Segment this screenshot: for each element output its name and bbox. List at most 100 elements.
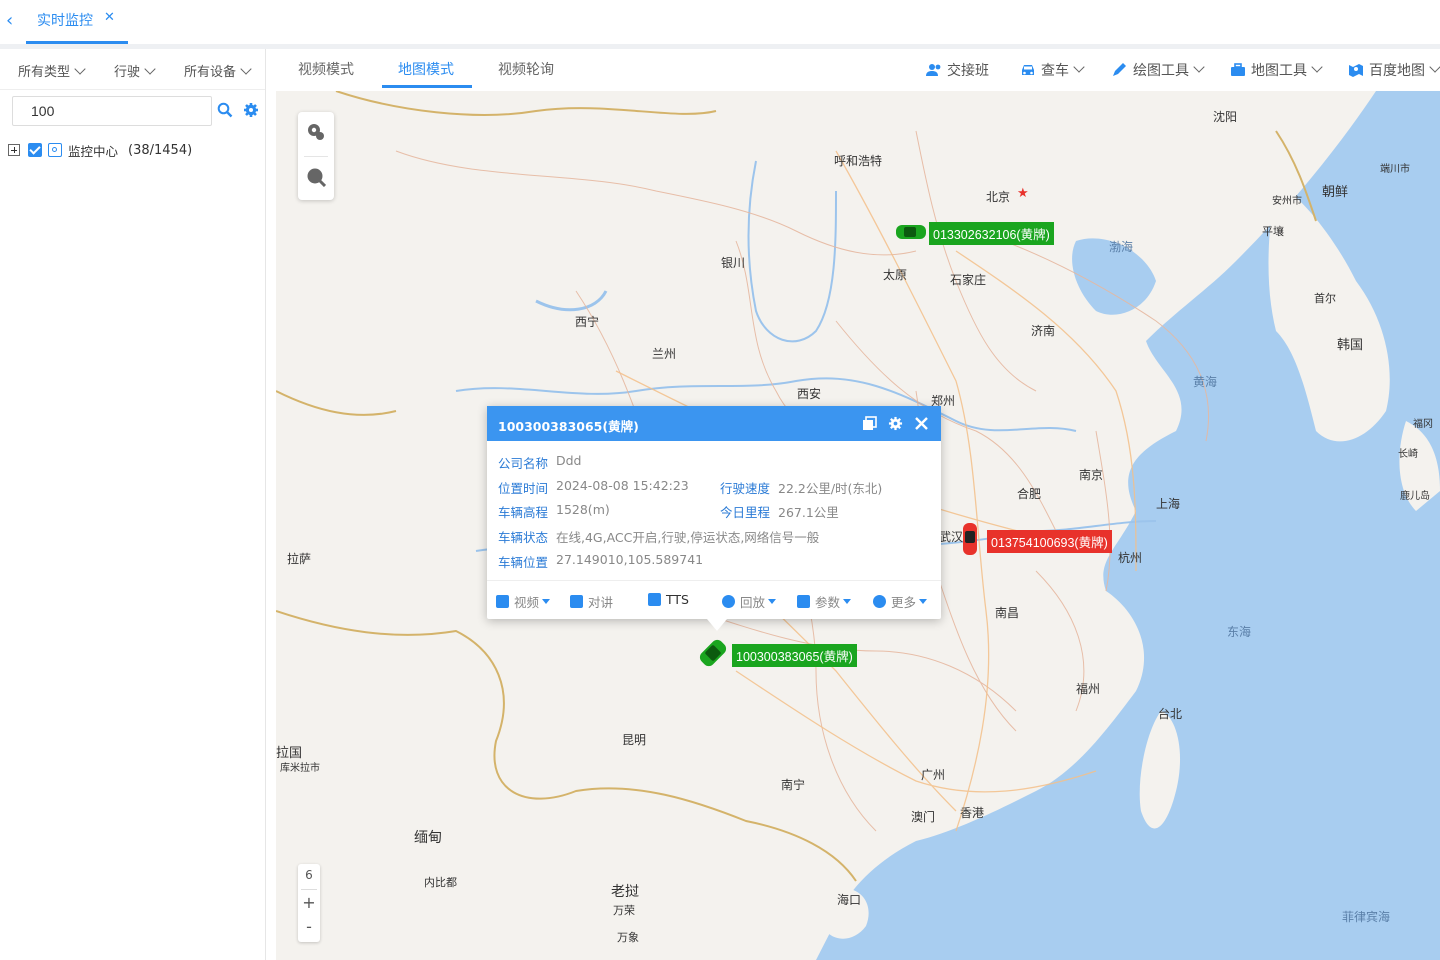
search-input[interactable] — [12, 96, 212, 126]
time-value: 2024-08-08 15:42:23 — [556, 478, 689, 493]
field-label: 车辆状态 — [498, 530, 549, 545]
action-label: 对讲 — [588, 595, 614, 610]
city-label: 杭州 — [1118, 551, 1143, 565]
tab-label: 实时监控 — [37, 13, 93, 29]
city-label: 合肥 — [1017, 487, 1042, 501]
sea-label: 渤海 — [1109, 240, 1134, 254]
field-label: 公司名称 — [498, 456, 549, 471]
map-tools-dropdown[interactable]: 地图工具 — [1230, 60, 1323, 80]
tts-action-button[interactable]: TTS — [648, 592, 689, 607]
popup-header: 100300383065(黄牌) — [487, 406, 941, 441]
city-label: 西宁 — [575, 315, 600, 329]
city-label: 拉萨 — [287, 552, 312, 566]
copy-icon[interactable] — [862, 416, 877, 431]
tree-node-count: (38/1454) — [128, 142, 193, 158]
tool-label: 交接班 — [947, 63, 989, 79]
params-action-button[interactable]: 参数 — [797, 592, 852, 611]
intercom-action-button[interactable]: 对讲 — [570, 592, 613, 611]
gear-icon[interactable] — [243, 102, 259, 118]
tab-map-mode[interactable]: 地图模式 — [398, 59, 454, 79]
tab-realtime-monitor[interactable]: 实时监控 ✕ — [26, 0, 128, 44]
baidu-map-dropdown[interactable]: 百度地图 — [1348, 60, 1440, 80]
search-icon[interactable] — [217, 102, 233, 118]
chevron-down-icon — [240, 63, 252, 75]
filter-device-dropdown[interactable]: 所有设备 — [184, 61, 252, 80]
city-label: 南宁 — [781, 778, 806, 792]
city-label: 福州 — [1076, 682, 1101, 696]
city-label: 兰州 — [652, 347, 677, 361]
popup-title: 100300383065(黄牌) — [498, 419, 639, 434]
chevron-down-icon — [1193, 61, 1205, 73]
city-label: 首尔 — [1314, 292, 1336, 305]
zoom-in-button[interactable]: + — [298, 893, 320, 912]
chevron-down-icon — [1073, 61, 1085, 73]
capital-star-icon: ★ — [1017, 186, 1029, 201]
zoom-search-icon[interactable] — [306, 167, 326, 187]
checkbox[interactable] — [28, 143, 42, 157]
vehicle-car-icon[interactable] — [696, 635, 730, 671]
chevron-left-icon[interactable]: ‹ — [6, 10, 13, 31]
action-label: 参数 — [815, 595, 841, 610]
divider — [487, 580, 941, 581]
pencil-icon — [1113, 63, 1126, 76]
country-label: 朝鲜 — [1322, 185, 1349, 200]
field-label: 今日里程 — [720, 505, 771, 520]
city-label: 西安 — [797, 387, 822, 401]
draw-tools-dropdown[interactable]: 绘图工具 — [1112, 60, 1205, 80]
tab-video-mode[interactable]: 视频模式 — [298, 59, 354, 79]
video-action-button[interactable]: 视频 — [496, 592, 551, 611]
tool-label: 百度地图 — [1369, 63, 1425, 79]
zoom-control: 6 + - — [298, 864, 320, 942]
map-controls — [298, 112, 334, 200]
vehicle-car-icon[interactable] — [894, 222, 928, 242]
tree-node-monitor-center[interactable]: 监控中心 (38/1454) — [8, 141, 192, 159]
vehicle-label[interactable]: 013302632106(黄牌) — [929, 222, 1054, 245]
city-label: 库米拉市 — [280, 763, 320, 774]
handover-button[interactable]: 交接班 — [926, 60, 989, 80]
filter-bar: 所有类型 行驶 所有设备 — [0, 49, 265, 90]
params-icon — [797, 595, 810, 608]
city-label: 南京 — [1079, 468, 1104, 482]
tool-label: 绘图工具 — [1133, 63, 1189, 79]
divider — [301, 889, 317, 890]
location-search-icon[interactable] — [306, 122, 326, 142]
intercom-icon — [570, 595, 583, 608]
expand-icon[interactable] — [8, 144, 20, 156]
city-label: 太原 — [883, 268, 908, 282]
field-label: 车辆位置 — [498, 555, 549, 570]
close-icon[interactable]: ✕ — [104, 10, 115, 25]
city-label: 万象 — [617, 931, 639, 944]
city-label: 内比都 — [424, 876, 457, 889]
gear-icon[interactable] — [888, 416, 903, 431]
close-icon[interactable] — [914, 416, 929, 431]
playback-action-button[interactable]: 回放 — [722, 592, 777, 611]
action-label: 更多 — [891, 595, 917, 610]
more-action-button[interactable]: 更多 — [873, 592, 928, 611]
city-label: 端川市 — [1380, 164, 1410, 175]
video-icon — [496, 595, 509, 608]
sea-label: 菲律宾海 — [1342, 910, 1391, 924]
active-tab-indicator — [382, 85, 472, 88]
filter-status-dropdown[interactable]: 行驶 — [114, 61, 156, 80]
mode-toolbar: 视频模式 地图模式 视频轮询 交接班 查车 绘图工具 地图工具 百度地图 — [276, 49, 1440, 92]
vehicle-info-popup: 100300383065(黄牌) 公司名称 Ddd 位置时间 2024-08-0… — [487, 406, 941, 619]
city-label: 上海 — [1156, 497, 1181, 511]
vehicle-label[interactable]: 013754100693(黄牌) — [987, 530, 1112, 553]
city-label: 南昌 — [995, 606, 1020, 620]
users-icon — [926, 64, 941, 76]
vehicle-car-icon[interactable] — [960, 521, 980, 557]
check-vehicle-dropdown[interactable]: 查车 — [1020, 60, 1085, 80]
city-label: 平壤 — [1262, 225, 1284, 238]
caret-down-icon — [919, 599, 928, 604]
action-label: 视频 — [514, 595, 540, 610]
city-label: 长崎 — [1398, 449, 1418, 460]
company-value: Ddd — [556, 453, 582, 468]
zoom-out-button[interactable]: - — [298, 917, 320, 936]
city-label: 澳门 — [911, 810, 936, 824]
filter-label: 所有类型 — [18, 65, 71, 80]
tab-video-polling[interactable]: 视频轮询 — [498, 59, 554, 79]
mileage-value: 267.1公里 — [778, 505, 839, 520]
tts-icon — [648, 593, 661, 606]
filter-type-dropdown[interactable]: 所有类型 — [18, 61, 86, 80]
vehicle-label[interactable]: 100300383065(黄牌) — [732, 644, 857, 667]
